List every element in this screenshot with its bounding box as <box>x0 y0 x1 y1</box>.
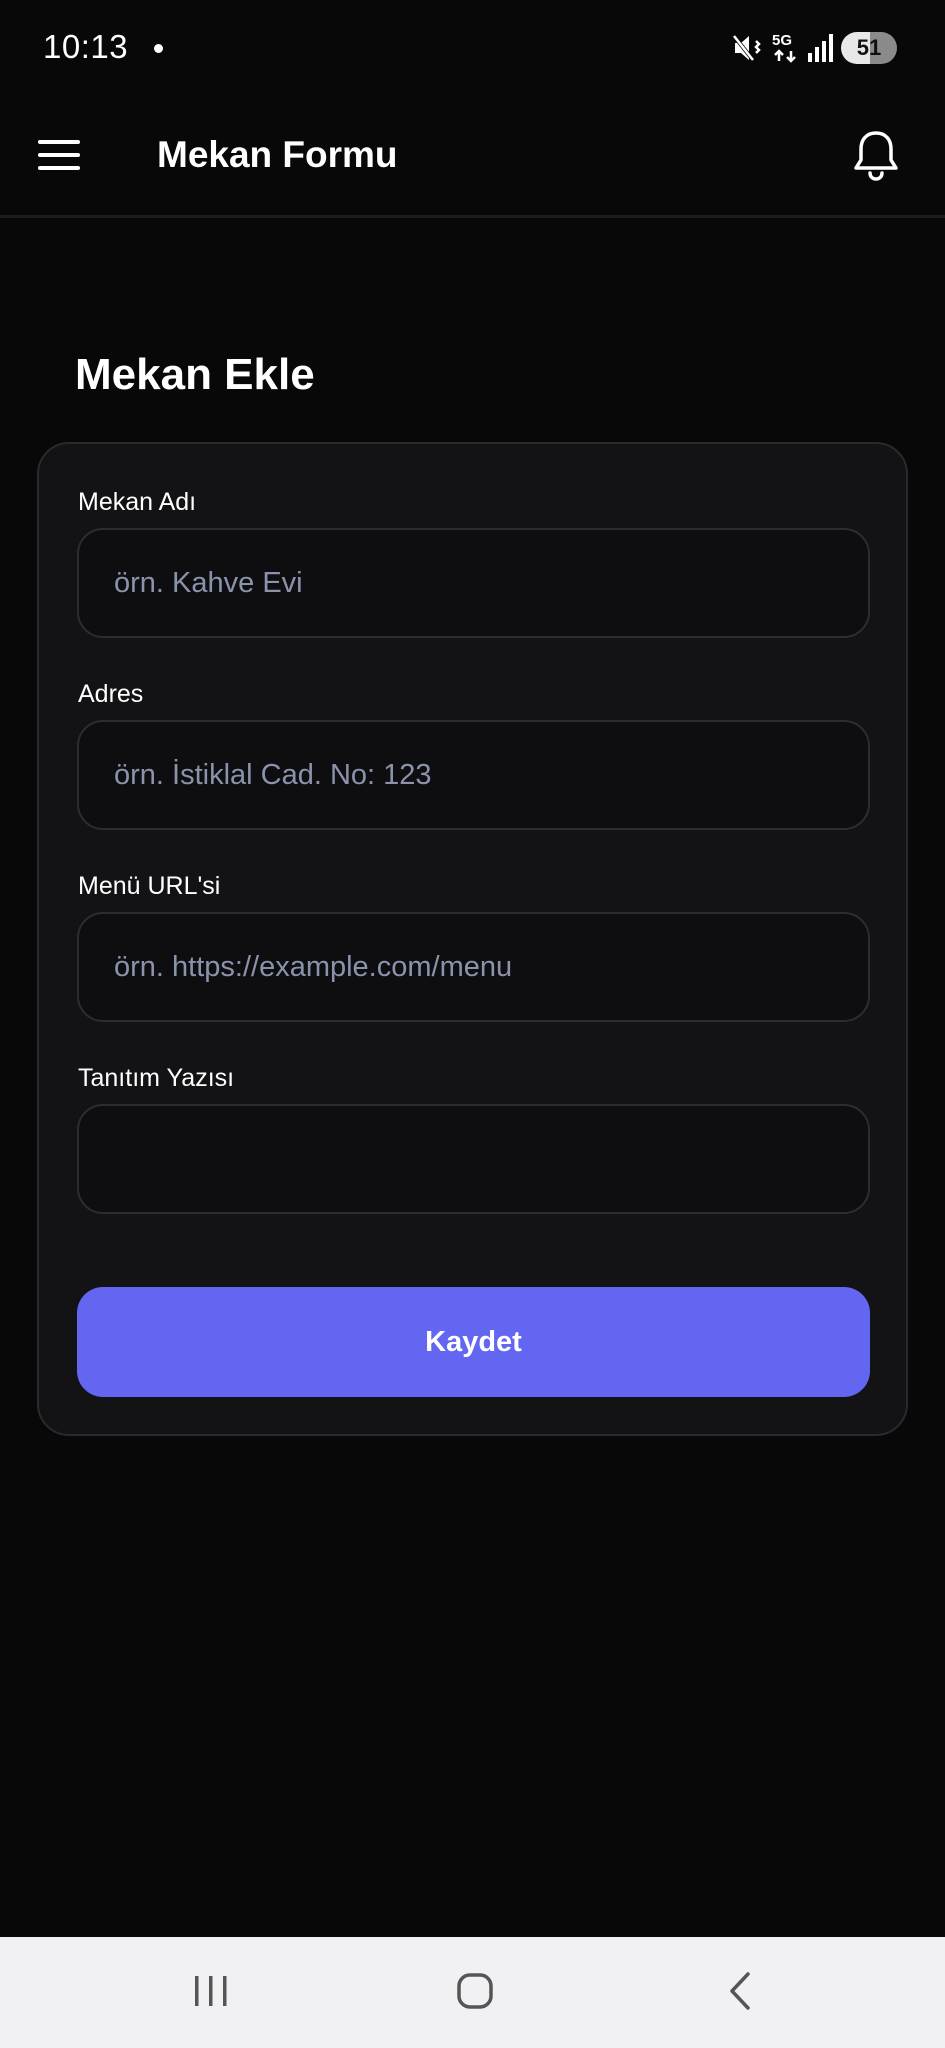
venue-form: Mekan Adı Adres Menü URL'si Tanıtım Yazı… <box>37 442 908 1436</box>
5g-icon: 5G <box>772 32 796 63</box>
address-input[interactable] <box>77 720 870 830</box>
home-icon[interactable] <box>445 1967 505 2017</box>
back-icon[interactable] <box>710 1967 770 2017</box>
venue-name-label: Mekan Adı <box>78 488 197 516</box>
save-button[interactable]: Kaydet <box>77 1287 870 1397</box>
status-time: 10:13 <box>43 28 129 65</box>
hamburger-menu-icon[interactable] <box>36 136 84 176</box>
description-label: Tanıtım Yazısı <box>78 1064 235 1092</box>
notification-dot <box>154 44 163 53</box>
recents-icon[interactable] <box>181 1967 241 2017</box>
battery-level: 51 <box>856 35 882 60</box>
screen: 10:13 5G 51 Mekan Formu Mekan Ekle Mekan… <box>0 0 945 2048</box>
status-icons: 5G 51 <box>731 28 897 68</box>
navigation-bar <box>0 1937 945 2048</box>
svg-text:5G: 5G <box>772 32 792 49</box>
mute-vibrate-icon <box>732 34 761 62</box>
bell-icon[interactable] <box>851 128 901 182</box>
battery-icon: 51 <box>841 32 897 64</box>
description-input[interactable] <box>77 1104 870 1214</box>
status-bar: 10:13 5G 51 <box>0 0 945 96</box>
address-label: Adres <box>78 680 144 708</box>
app-title: Mekan Formu <box>157 134 398 175</box>
signal-icon <box>808 34 833 62</box>
page-heading: Mekan Ekle <box>75 350 315 399</box>
venue-name-input[interactable] <box>77 528 870 638</box>
app-bar: Mekan Formu <box>0 96 945 218</box>
menu-url-label: Menü URL'si <box>78 872 221 900</box>
menu-url-input[interactable] <box>77 912 870 1022</box>
